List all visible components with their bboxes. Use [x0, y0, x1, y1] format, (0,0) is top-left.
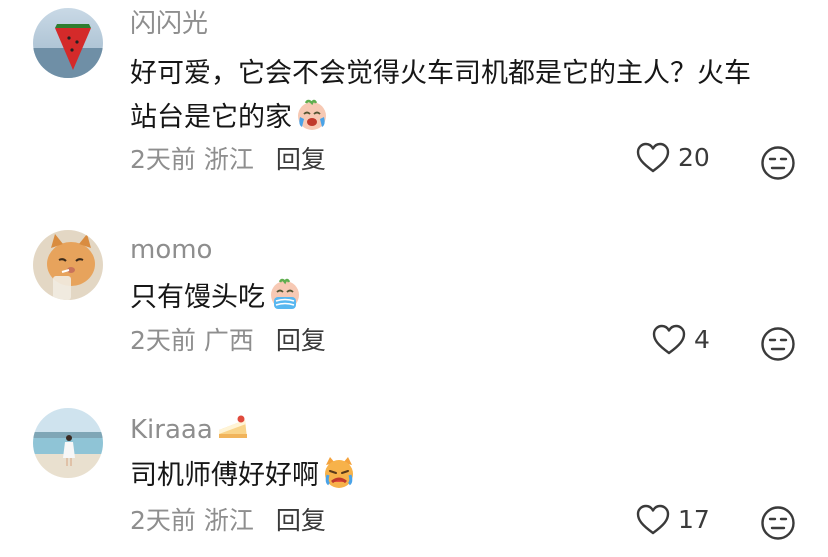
comment-location: 广西 [203, 326, 254, 355]
reply-button[interactable]: 回复 [276, 145, 326, 174]
reply-button[interactable]: 回复 [276, 506, 326, 535]
like-count: 20 [678, 143, 710, 172]
heart-icon [636, 504, 670, 535]
comment-meta: 2天前 浙江 回复 [130, 505, 334, 537]
comment-time: 2天前 [130, 145, 196, 174]
username[interactable]: Kiraaa [130, 412, 251, 446]
avatar[interactable] [33, 408, 103, 478]
dislike-face-icon[interactable] [760, 145, 796, 181]
username[interactable]: momo [130, 234, 212, 266]
avatar[interactable] [33, 230, 103, 300]
comment-time: 2天前 [130, 326, 196, 355]
comment-time: 2天前 [130, 506, 196, 535]
heart-icon [652, 324, 686, 355]
dislike-face-icon[interactable] [760, 505, 796, 541]
like-count: 4 [694, 325, 710, 354]
comment-text: 好可爱，它会不会觉得火车司机都是它的主人？火车 站台是它的家 [130, 58, 751, 133]
comment-meta: 2天前 广西 回复 [130, 325, 334, 357]
like-button[interactable]: 4 [652, 324, 710, 356]
cake-icon [218, 415, 247, 438]
like-count: 17 [678, 505, 710, 534]
username[interactable]: 闪闪光 [130, 8, 208, 40]
like-button[interactable]: 20 [636, 142, 710, 174]
reply-button[interactable]: 回复 [276, 326, 326, 355]
avatar[interactable] [33, 8, 103, 78]
watermelon-avatar-icon [33, 8, 103, 78]
comment-text: 司机师傅好好啊 [130, 454, 810, 498]
heart-icon [636, 142, 670, 173]
comment-meta: 2天前 浙江 回复 [130, 144, 334, 176]
crying-cat-emoji-icon [325, 457, 353, 488]
crying-face-emoji-icon [298, 99, 326, 130]
comment-location: 浙江 [203, 506, 254, 535]
comment-location: 浙江 [203, 145, 254, 174]
cat-avatar-icon [33, 230, 103, 300]
comment-text: 只有馒头吃 [130, 276, 810, 320]
beach-avatar-icon [33, 408, 103, 478]
dislike-face-icon[interactable] [760, 326, 796, 362]
crying-face-emoji-icon [271, 278, 299, 309]
like-button[interactable]: 17 [636, 504, 710, 536]
